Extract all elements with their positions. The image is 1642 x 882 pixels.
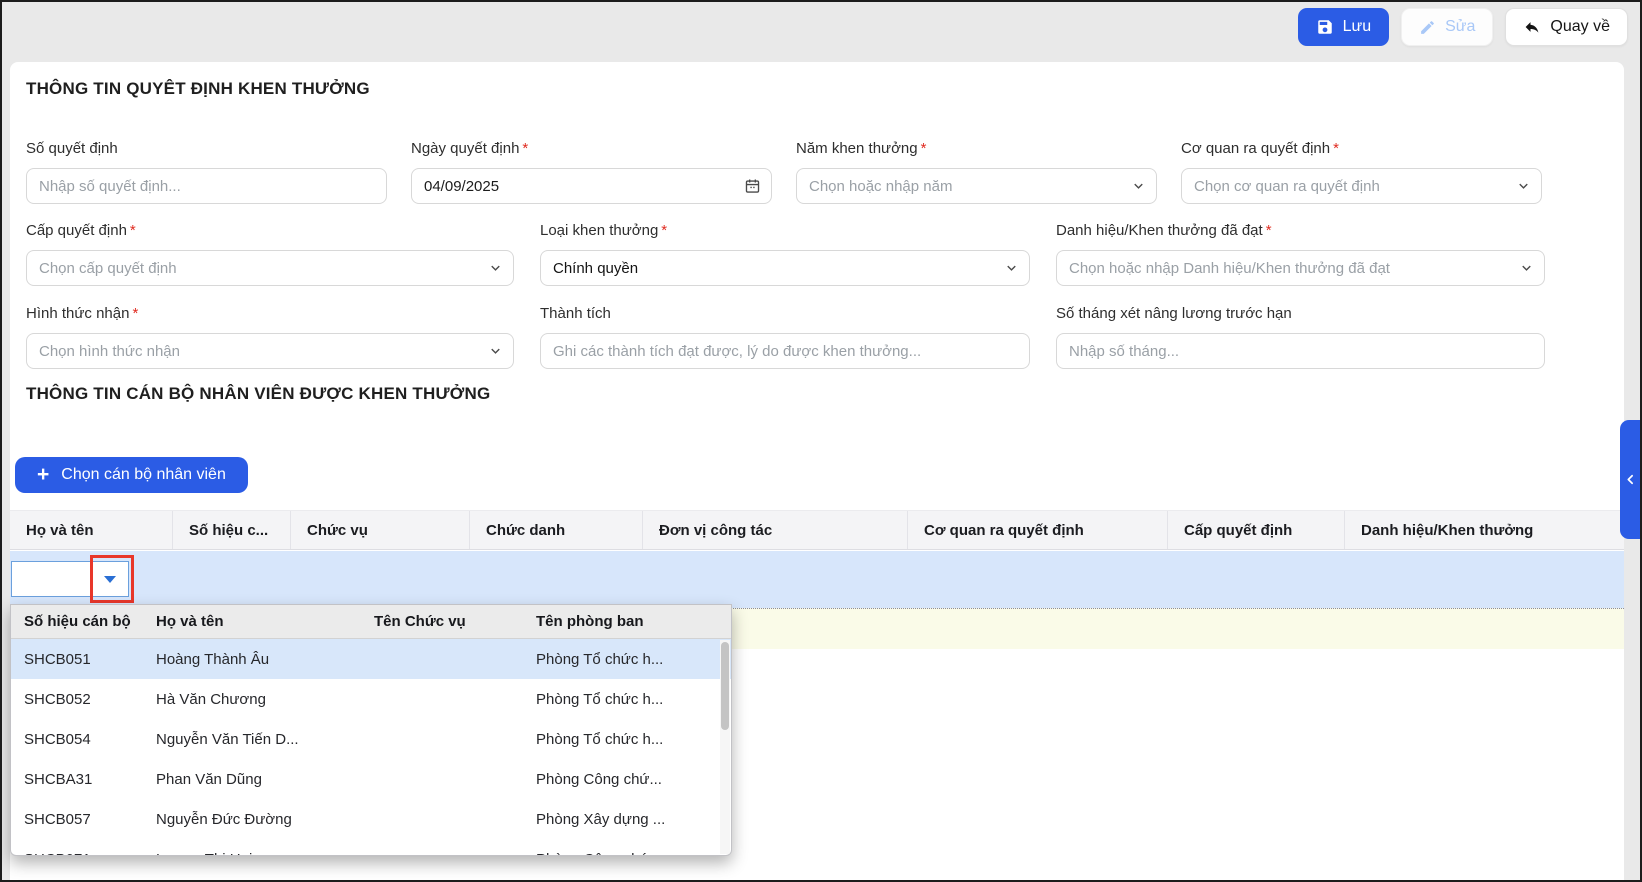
column-header-cap-quyet-dinh[interactable]: Cấp quyết định: [1167, 511, 1344, 549]
main-card: THÔNG TIN QUYÊT ĐỊNH KHEN THƯỞNG Số quyế…: [10, 62, 1624, 880]
employee-dropdown-popup: Số hiệu cán bộ Họ và tên Tên Chức vụ Tên…: [10, 604, 732, 856]
so-thang-input[interactable]: [1056, 333, 1545, 369]
column-header-ho-va-ten[interactable]: Họ và tên: [10, 511, 172, 549]
field-danh-hieu: Danh hiệu/Khen thưởng đã đạt* Chọn hoặc …: [1056, 222, 1545, 286]
dropdown-header: Số hiệu cán bộ Họ và tên Tên Chức vụ Tên…: [11, 605, 731, 639]
decision-section-title: THÔNG TIN QUYÊT ĐỊNH KHEN THƯỞNG: [26, 79, 370, 99]
dropdown-row[interactable]: SHCB057 Nguyễn Đức Đường Phòng Xây dựng …: [11, 799, 731, 839]
dropdown-header-code: Số hiệu cán bộ: [11, 613, 151, 630]
column-header-don-vi[interactable]: Đơn vị công tác: [642, 511, 907, 549]
column-header-chuc-vu[interactable]: Chức vụ: [290, 511, 469, 549]
required-asterisk: *: [522, 140, 528, 157]
dropdown-row[interactable]: SHCB052 Hà Văn Chương Phòng Tổ chức h...: [11, 679, 731, 719]
so-quyet-dinh-input[interactable]: [26, 168, 387, 204]
employee-section-title: THÔNG TIN CÁN BỘ NHÂN VIÊN ĐƯỢC KHEN THƯ…: [26, 384, 490, 404]
column-header-co-quan[interactable]: Cơ quan ra quyết định: [907, 511, 1167, 549]
field-hinh-thuc-nhan: Hình thức nhận* Chọn hình thức nhận: [26, 305, 514, 369]
required-asterisk: *: [1333, 140, 1339, 157]
dropdown-scrollbar[interactable]: [720, 640, 730, 854]
save-button-label: Lưu: [1343, 18, 1372, 36]
required-asterisk: *: [132, 305, 138, 322]
save-button[interactable]: Lưu: [1298, 8, 1390, 46]
dropdown-header-position: Tên Chức vụ: [369, 613, 531, 630]
chevron-left-icon: [1624, 473, 1637, 486]
field-cap-quyet-dinh: Cấp quyết định* Chọn cấp quyết định: [26, 222, 514, 286]
form-row-2: Cấp quyết định* Chọn cấp quyết định Loại…: [26, 222, 1545, 286]
back-button[interactable]: Quay về: [1505, 8, 1628, 46]
dropdown-scrollbar-thumb[interactable]: [721, 642, 729, 730]
danh-hieu-select[interactable]: Chọn hoặc nhập Danh hiệu/Khen thưởng đã …: [1056, 250, 1545, 286]
dropdown-row[interactable]: SHCB071 Lương Thị Hai Phòng Công chứ: [11, 839, 731, 856]
field-label: Loại khen thưởng*: [540, 222, 1030, 243]
field-label: Ngày quyết định*: [411, 140, 772, 161]
reward-decision-screen: Lưu Sửa Quay về THÔNG TIN QUYÊT ĐỊNH KHE…: [0, 0, 1642, 882]
field-so-thang: Số tháng xét nâng lương trước hạn: [1056, 305, 1545, 369]
dropdown-row[interactable]: SHCBA31 Phan Văn Dũng Phòng Công chứ...: [11, 759, 731, 799]
edit-button-label: Sửa: [1445, 18, 1475, 36]
add-employee-button[interactable]: + Chọn cán bộ nhân viên: [15, 457, 248, 493]
form-row-1: Số quyết định Ngày quyết định* Năm khen …: [26, 140, 1542, 204]
field-label: Danh hiệu/Khen thưởng đã đạt*: [1056, 222, 1545, 243]
field-label: Thành tích: [540, 305, 1030, 326]
required-asterisk: *: [130, 222, 136, 239]
employee-edit-row: [10, 551, 1624, 608]
dropdown-row[interactable]: SHCB054 Nguyễn Văn Tiến D... Phòng Tổ ch…: [11, 719, 731, 759]
plus-icon: +: [37, 464, 49, 485]
employee-combobox-input[interactable]: [12, 562, 92, 596]
combobox-dropdown-button[interactable]: [92, 562, 128, 596]
employee-table-header: Họ và tên Số hiệu c... Chức vụ Chức danh…: [10, 510, 1624, 550]
save-icon: [1316, 18, 1334, 36]
thanh-tich-input[interactable]: [540, 333, 1030, 369]
cap-quyet-dinh-select[interactable]: Chọn cấp quyết định: [26, 250, 514, 286]
field-ngay-quyet-dinh: Ngày quyết định*: [411, 140, 772, 204]
required-asterisk: *: [1266, 222, 1272, 239]
dropdown-header-name: Họ và tên: [151, 613, 369, 630]
edit-button[interactable]: Sửa: [1401, 8, 1493, 46]
co-quan-select[interactable]: Chọn cơ quan ra quyết định: [1181, 168, 1542, 204]
required-asterisk: *: [661, 222, 667, 239]
toolbar: Lưu Sửa Quay về: [1298, 8, 1628, 46]
column-header-chuc-danh[interactable]: Chức danh: [469, 511, 642, 549]
field-label: Năm khen thưởng*: [796, 140, 1157, 161]
field-so-quyet-dinh: Số quyết định: [26, 140, 387, 204]
field-label: Hình thức nhận*: [26, 305, 514, 326]
column-header-danh-hieu[interactable]: Danh hiệu/Khen thưởng: [1344, 511, 1624, 549]
field-loai-khen-thuong: Loại khen thưởng* Chính quyền: [540, 222, 1030, 286]
field-label: Cơ quan ra quyết định*: [1181, 140, 1542, 161]
loai-khen-thuong-select[interactable]: Chính quyền: [540, 250, 1030, 286]
required-asterisk: *: [921, 140, 927, 157]
side-panel-toggle[interactable]: [1620, 420, 1640, 539]
nam-khen-thuong-select[interactable]: Chọn hoặc nhập năm: [796, 168, 1157, 204]
field-label: Số quyết định: [26, 140, 387, 161]
pencil-icon: [1419, 19, 1436, 36]
dropdown-row[interactable]: SHCB051 Hoàng Thành Âu Phòng Tổ chức h..…: [11, 639, 731, 679]
field-thanh-tich: Thành tích: [540, 305, 1030, 369]
back-button-label: Quay về: [1550, 18, 1610, 36]
dropdown-arrow-icon: [104, 576, 116, 583]
field-co-quan-ra-quyet-dinh: Cơ quan ra quyết định* Chọn cơ quan ra q…: [1181, 140, 1542, 204]
hinh-thuc-nhan-select[interactable]: Chọn hình thức nhận: [26, 333, 514, 369]
add-employee-button-label: Chọn cán bộ nhân viên: [61, 466, 226, 484]
field-label: Cấp quyết định*: [26, 222, 514, 243]
form-row-3: Hình thức nhận* Chọn hình thức nhận Thàn…: [26, 305, 1545, 369]
back-arrow-icon: [1523, 18, 1541, 36]
field-nam-khen-thuong: Năm khen thưởng* Chọn hoặc nhập năm: [796, 140, 1157, 204]
field-label: Số tháng xét nâng lương trước hạn: [1056, 305, 1545, 326]
dropdown-header-department: Tên phòng ban: [531, 613, 731, 630]
ngay-quyet-dinh-input[interactable]: [411, 168, 772, 204]
column-header-so-hieu[interactable]: Số hiệu c...: [172, 511, 290, 549]
employee-combobox: [11, 561, 129, 597]
